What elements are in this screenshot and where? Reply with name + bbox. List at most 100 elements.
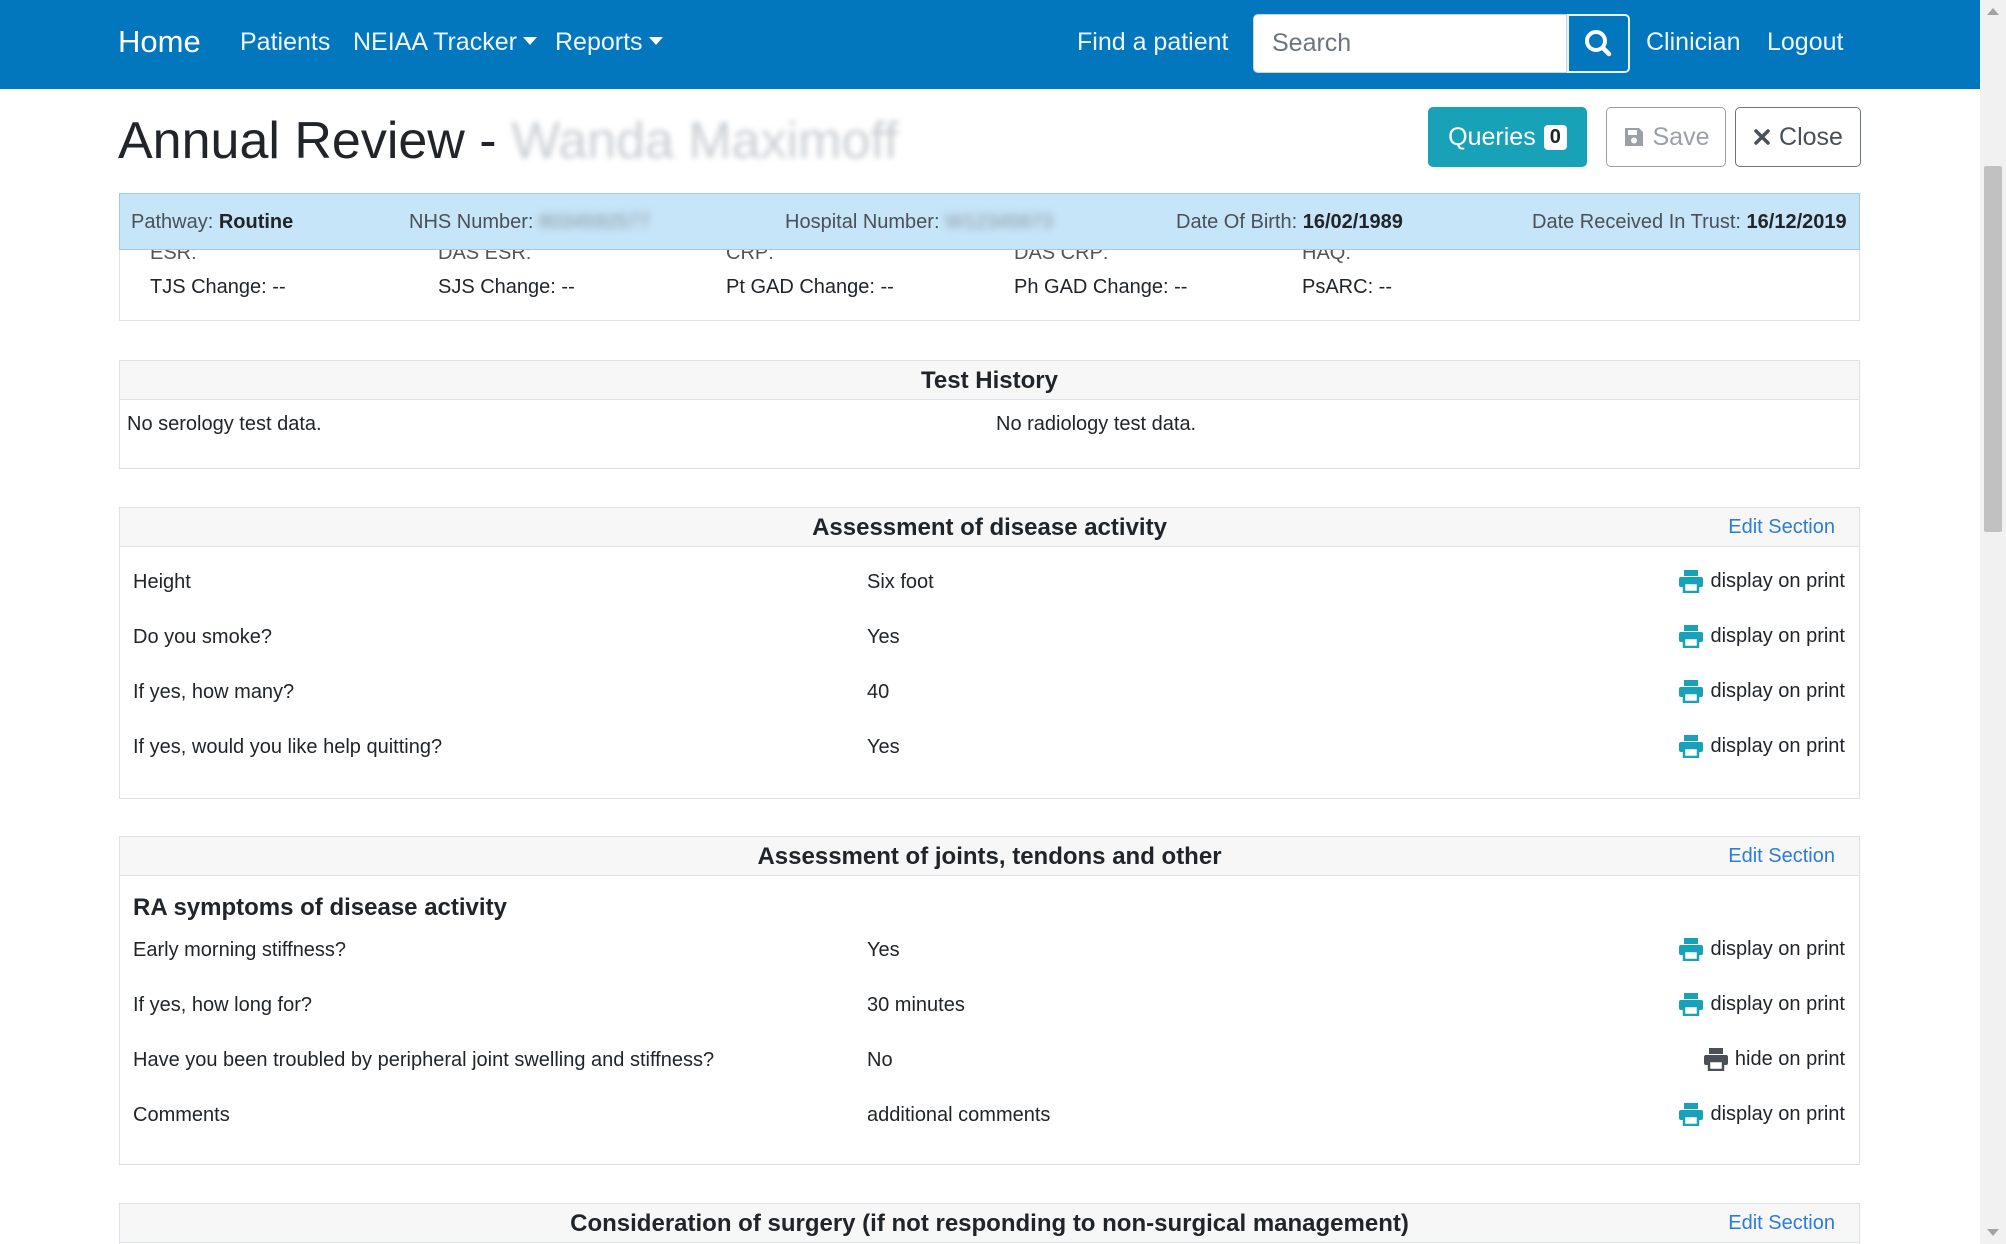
dob-info: Date Of Birth: 16/02/1989 xyxy=(1176,211,1403,234)
queries-label: Queries xyxy=(1448,122,1536,151)
answer-value: 30 minutes xyxy=(867,994,965,1016)
haq-score: HAQ: xyxy=(1302,250,1351,264)
das-crp-score: DAS CRP: xyxy=(1014,250,1109,264)
edit-section-link[interactable]: Edit Section xyxy=(1728,508,1835,547)
print-toggle-label: display on print xyxy=(1710,569,1845,592)
sjs-change: SJS Change: -- xyxy=(438,276,575,298)
question-label: Comments xyxy=(133,1104,230,1126)
printer-icon xyxy=(1679,625,1704,648)
print-toggle-label: display on print xyxy=(1710,937,1845,960)
scroll-down-arrow-icon[interactable] xyxy=(1987,1229,1999,1236)
printer-icon xyxy=(1679,735,1704,758)
pathway-value: Routine xyxy=(218,211,294,233)
question-label: Height xyxy=(133,571,191,593)
surgery-header: Consideration of surgery (if not respond… xyxy=(120,1204,1859,1243)
print-toggle-label: display on print xyxy=(1710,1102,1845,1125)
dob-label: Date Of Birth: xyxy=(1176,211,1298,233)
save-label: Save xyxy=(1652,122,1710,151)
answer-value: 40 xyxy=(867,681,890,703)
answer-value: additional comments xyxy=(867,1104,1051,1126)
joints-header: Assessment of joints, tendons and other … xyxy=(120,837,1859,876)
radiology-status: No radiology test data. xyxy=(996,413,1197,435)
joints-card: Assessment of joints, tendons and other … xyxy=(119,836,1860,1165)
test-history-card: Test History No serology test data. No r… xyxy=(119,360,1860,469)
answer-value: Yes xyxy=(867,626,900,648)
answer-value: Yes xyxy=(867,736,900,758)
queries-button[interactable]: Queries 0 xyxy=(1428,107,1587,167)
queries-count-badge: 0 xyxy=(1543,124,1567,150)
question-label: If yes, would you like help quitting? xyxy=(133,736,443,758)
edit-section-link[interactable]: Edit Section xyxy=(1728,837,1835,876)
scroll-up-arrow-icon[interactable] xyxy=(1987,8,1999,15)
joints-title: Assessment of joints, tendons and other xyxy=(757,843,1222,870)
scores-panel: ESR: DAS ESR: CRP: DAS CRP: HAQ: TJS Cha… xyxy=(119,250,1860,321)
crp-score: CRP: xyxy=(726,250,774,264)
hospital-number-info: Hospital Number: W12345673 xyxy=(785,211,1053,234)
printer-icon xyxy=(1679,680,1704,703)
print-toggle-label: display on print xyxy=(1710,992,1845,1015)
search-button[interactable] xyxy=(1567,14,1630,73)
pathway-info: Pathway: Routine xyxy=(131,211,293,234)
answer-value: Yes xyxy=(867,939,900,961)
print-toggle-label: display on print xyxy=(1710,679,1845,702)
nhs-number-label: NHS Number: xyxy=(409,211,534,233)
question-label: If yes, how many? xyxy=(133,681,295,703)
clinician-link[interactable]: Clinician xyxy=(1646,28,1740,57)
print-toggle[interactable]: display on print xyxy=(1678,569,1845,593)
nav-reports-dropdown[interactable]: Reports xyxy=(555,28,663,57)
nav-reports-label: Reports xyxy=(555,28,643,56)
answer-value: Six foot xyxy=(867,571,934,593)
ra-symptoms-heading: RA symptoms of disease activity xyxy=(133,894,507,921)
close-label: Close xyxy=(1779,122,1843,151)
question-label: Early morning stiffness? xyxy=(133,939,347,961)
page-scrollbar[interactable] xyxy=(1980,0,2006,1244)
disease-activity-header: Assessment of disease activity Edit Sect… xyxy=(120,508,1859,547)
question-label: If yes, how long for? xyxy=(133,994,312,1016)
printer-icon xyxy=(1679,993,1704,1016)
print-toggle[interactable]: display on print xyxy=(1678,937,1845,961)
question-label: Have you been troubled by peripheral joi… xyxy=(133,1049,715,1071)
disease-activity-card: Assessment of disease activity Edit Sect… xyxy=(119,507,1860,799)
print-toggle[interactable]: display on print xyxy=(1678,992,1845,1016)
test-history-title: Test History xyxy=(921,367,1058,394)
printer-icon xyxy=(1679,1103,1704,1126)
close-button[interactable]: Close xyxy=(1735,107,1861,167)
nhs-number-value: 8034592577 xyxy=(539,211,651,233)
test-history-header: Test History xyxy=(120,361,1859,400)
logout-link[interactable]: Logout xyxy=(1767,28,1843,57)
page-title: Annual Review - Wanda Maximoff xyxy=(118,111,898,171)
date-received-info: Date Received In Trust: 16/12/2019 xyxy=(1532,211,1847,234)
pathway-label: Pathway: xyxy=(131,211,214,233)
chevron-down-icon xyxy=(522,37,537,45)
pt-gad-change: Pt GAD Change: -- xyxy=(726,276,894,298)
print-toggle[interactable]: display on print xyxy=(1678,624,1845,648)
printer-icon xyxy=(1679,570,1704,593)
page-title-text: Annual Review - xyxy=(118,112,497,170)
scrollbar-thumb[interactable] xyxy=(1984,166,2002,532)
nav-tracker-dropdown[interactable]: NEIAA Tracker xyxy=(353,28,537,57)
edit-section-link[interactable]: Edit Section xyxy=(1728,1204,1835,1243)
search-input[interactable] xyxy=(1253,14,1567,73)
print-toggle[interactable]: display on print xyxy=(1678,679,1845,703)
find-patient-label: Find a patient xyxy=(1077,28,1229,56)
search-icon xyxy=(1585,30,1612,57)
top-navbar: Home Patients NEIAA Tracker Reports Find… xyxy=(0,0,1980,89)
save-button[interactable]: Save xyxy=(1606,107,1726,167)
print-toggle-label: hide on print xyxy=(1734,1047,1845,1070)
print-toggle[interactable]: hide on print xyxy=(1703,1047,1845,1071)
nav-home-link[interactable]: Home xyxy=(118,24,201,60)
printer-icon xyxy=(1703,1048,1728,1071)
tjs-change: TJS Change: -- xyxy=(150,276,286,298)
psarc-score: PsARC: -- xyxy=(1302,276,1392,298)
floppy-disk-icon xyxy=(1624,128,1643,146)
nav-tracker-label: NEIAA Tracker xyxy=(353,28,517,56)
hospital-number-label: Hospital Number: xyxy=(785,211,940,233)
answer-value: No xyxy=(867,1049,893,1071)
nav-patients-link[interactable]: Patients xyxy=(240,28,330,57)
das-esr-score: DAS ESR: xyxy=(438,250,532,264)
nhs-number-info: NHS Number: 8034592577 xyxy=(409,211,650,234)
date-received-value: 16/12/2019 xyxy=(1746,211,1847,233)
print-toggle[interactable]: display on print xyxy=(1678,734,1845,758)
print-toggle[interactable]: display on print xyxy=(1678,1102,1845,1126)
date-received-label: Date Received In Trust: xyxy=(1532,211,1741,233)
